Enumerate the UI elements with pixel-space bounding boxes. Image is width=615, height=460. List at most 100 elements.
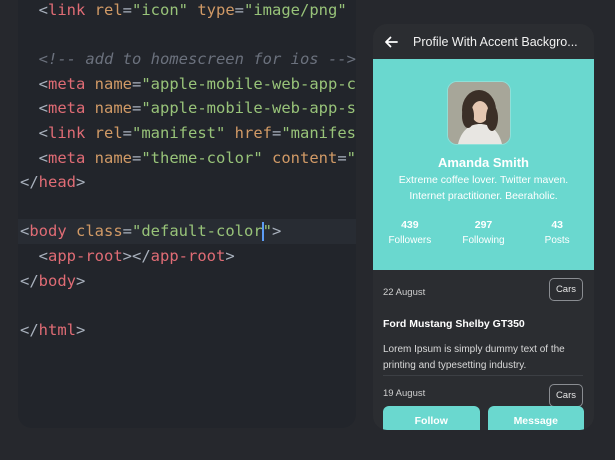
- code-token: =: [132, 148, 142, 167]
- code-token: "manifest: [281, 123, 356, 142]
- code-token: meta: [48, 148, 86, 167]
- code-token: >: [76, 271, 86, 290]
- code-token: rel: [85, 1, 123, 19]
- stat-following[interactable]: 297 Following: [447, 217, 521, 248]
- bio-line: Extreme coffee lover. Twitter maven.: [398, 174, 569, 186]
- stat-label: Posts: [544, 235, 570, 246]
- post-card[interactable]: 22 August Cars Ford Mustang Shelby GT350…: [383, 270, 583, 376]
- stat-followers[interactable]: 439 Followers: [373, 217, 447, 248]
- post-title[interactable]: Ford Mustang Shelby GT350: [383, 318, 525, 330]
- profile-header: Amanda Smith Extreme coffee lover. Twitt…: [373, 59, 594, 270]
- code-token: name: [85, 148, 132, 167]
- code-lines[interactable]: <link rel="icon" type="image/png" <!-- a…: [18, 0, 356, 342]
- post-feed: 22 August Cars Ford Mustang Shelby GT350…: [373, 270, 594, 416]
- code-token: <!-- add to homescreen for ios -->: [20, 50, 356, 69]
- code-token: body: [38, 271, 76, 290]
- code-line[interactable]: [18, 195, 356, 220]
- code-token: <: [20, 99, 48, 118]
- app-bar: Profile With Accent Backgro...: [373, 24, 594, 59]
- code-token: "apple-mobile-web-app-ca: [141, 74, 356, 93]
- code-token: name: [85, 74, 132, 93]
- code-token: type: [188, 1, 235, 19]
- code-token: ": [262, 222, 273, 241]
- message-button[interactable]: Message: [487, 406, 584, 430]
- code-token: <: [20, 123, 48, 142]
- post-date: 22 August: [383, 287, 426, 298]
- stat-value: 297: [474, 219, 493, 231]
- code-line[interactable]: </head>: [18, 170, 356, 195]
- code-token: "icon": [132, 1, 188, 19]
- code-token: head: [38, 173, 76, 192]
- code-token: content: [262, 148, 338, 167]
- code-line[interactable]: [18, 293, 356, 318]
- code-token: name: [85, 99, 132, 118]
- code-token: meta: [48, 99, 86, 118]
- code-token: "theme-color": [141, 148, 263, 167]
- category-chip[interactable]: Cars: [548, 278, 583, 301]
- code-token: >: [272, 222, 282, 241]
- stat-value: 439: [401, 219, 419, 231]
- code-token: =: [122, 123, 132, 142]
- code-token: </: [20, 173, 39, 192]
- code-token: =: [272, 123, 282, 142]
- code-token: </: [20, 320, 39, 339]
- code-token: <: [20, 222, 30, 241]
- code-token: "apple-mobile-web-app-st: [141, 99, 356, 118]
- code-token: >: [76, 320, 86, 339]
- stat-value: 43: [551, 219, 564, 231]
- code-line[interactable]: <link rel="icon" type="image/png": [18, 0, 356, 23]
- code-token: =: [234, 1, 245, 19]
- back-arrow-icon[interactable]: [383, 34, 399, 50]
- code-token: <: [20, 1, 48, 19]
- code-token: ></: [122, 246, 151, 265]
- code-token: =: [132, 74, 142, 93]
- code-token: </: [20, 271, 39, 290]
- code-token: link: [48, 123, 86, 142]
- code-token: =: [122, 222, 133, 241]
- follow-button[interactable]: Follow: [383, 406, 480, 430]
- code-line[interactable]: <body class="default-color">: [18, 219, 356, 244]
- code-token: class: [66, 222, 123, 241]
- bio-line: Internet practitioner. Beeraholic.: [409, 190, 558, 202]
- profile-name: Amanda Smith: [437, 155, 529, 170]
- code-token: "image/png": [244, 1, 347, 19]
- code-line[interactable]: <!-- add to homescreen for ios -->: [18, 47, 356, 72]
- code-editor[interactable]: <link rel="icon" type="image/png" <!-- a…: [18, 0, 356, 428]
- category-chip[interactable]: Cars: [548, 384, 583, 407]
- profile-stats: 439 Followers 297 Following 43 Posts: [373, 217, 594, 248]
- stat-label: Followers: [388, 235, 432, 246]
- code-line[interactable]: </html>: [18, 318, 356, 343]
- code-line[interactable]: <app-root></app-root>: [18, 244, 356, 269]
- profile-bio: Extreme coffee lover. Twitter maven. Int…: [391, 172, 576, 204]
- profile-actions: Follow Message: [373, 406, 594, 430]
- avatar-photo: [448, 82, 510, 144]
- code-token: >: [76, 173, 86, 192]
- code-token: "manifest": [132, 123, 226, 142]
- code-token: app-root: [150, 246, 226, 265]
- code-line[interactable]: </body>: [18, 269, 356, 294]
- code-token: app-root: [48, 246, 123, 265]
- code-token: href: [225, 123, 272, 142]
- post-body: Lorem Ipsum is simply dummy text of the …: [383, 344, 565, 371]
- stat-posts[interactable]: 43 Posts: [520, 217, 594, 248]
- code-token: "default-color: [132, 222, 263, 241]
- avatar: [447, 81, 511, 145]
- code-line[interactable]: <meta name="theme-color" content="#: [18, 146, 356, 171]
- code-line[interactable]: <meta name="apple-mobile-web-app-ca: [18, 72, 356, 97]
- code-line[interactable]: <link rel="manifest" href="manifest: [18, 121, 356, 146]
- code-line[interactable]: <meta name="apple-mobile-web-app-st: [18, 96, 356, 121]
- stat-label: Following: [462, 235, 505, 246]
- code-line[interactable]: [18, 23, 356, 48]
- code-token: >: [225, 246, 235, 265]
- code-token: <: [20, 246, 48, 265]
- code-token: rel: [85, 123, 123, 142]
- code-token: body: [29, 222, 67, 241]
- code-token: =: [132, 99, 142, 118]
- code-token: <: [20, 148, 48, 167]
- code-token: link: [48, 1, 86, 19]
- post-date: 19 August: [383, 388, 426, 399]
- code-token: html: [38, 320, 76, 339]
- code-token: =: [122, 1, 132, 19]
- code-token: "#: [346, 148, 356, 167]
